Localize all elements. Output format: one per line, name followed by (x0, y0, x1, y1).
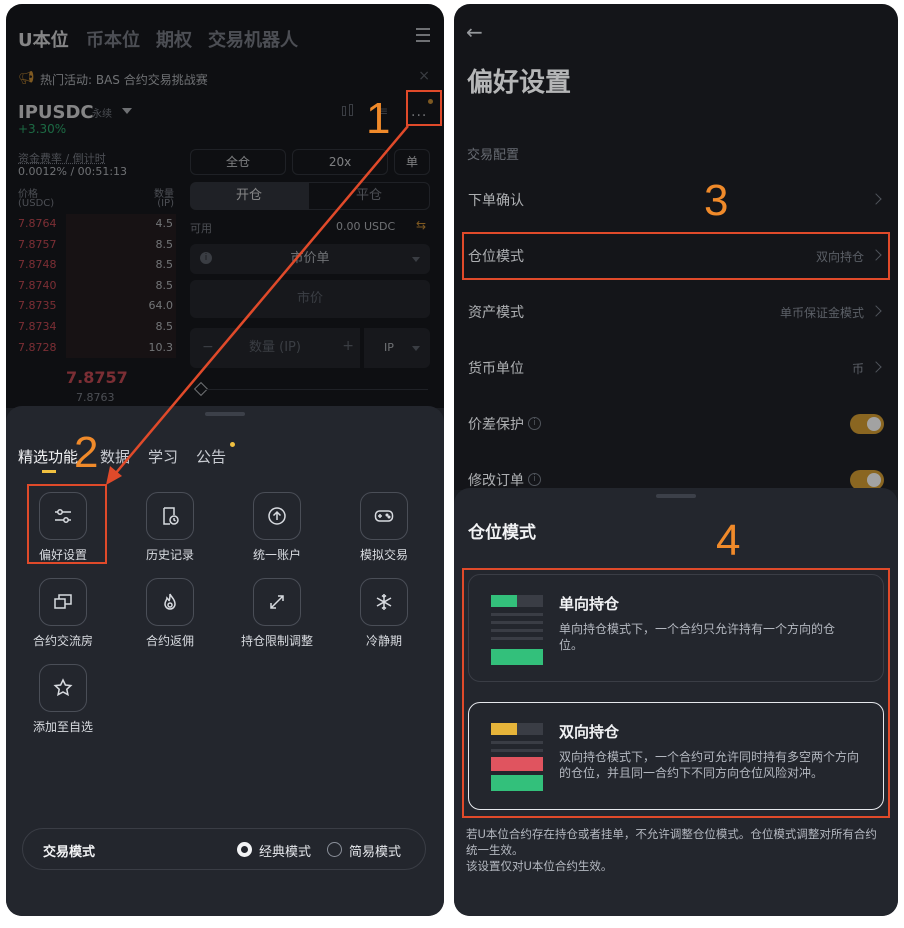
highlight-position-mode-row (462, 232, 890, 280)
highlight-mode-options (462, 568, 890, 818)
left-screen: U本位 币本位 期权 交易机器人 📢︎ 热门活动: BAS 合约交易挑战赛 × … (6, 4, 444, 916)
annotation-3: 3 (704, 176, 729, 225)
annotation-4: 4 (716, 516, 741, 565)
notice-text-2: 该设置仅对U本位合约生效。 (466, 859, 613, 873)
sheet-title: 仓位模式 (468, 523, 536, 543)
sheet-handle[interactable] (656, 494, 696, 498)
notice-text-1: 若U本位合约存在持仓或者挂单，不允许调整仓位模式。仓位模式调整对所有合约统一生效… (466, 827, 877, 857)
right-screen: ← 偏好设置 交易配置 下单确认 仓位模式 双向持仓 资产模式 单币保证金模式 … (454, 4, 898, 916)
annotation-arrow (106, 125, 409, 485)
